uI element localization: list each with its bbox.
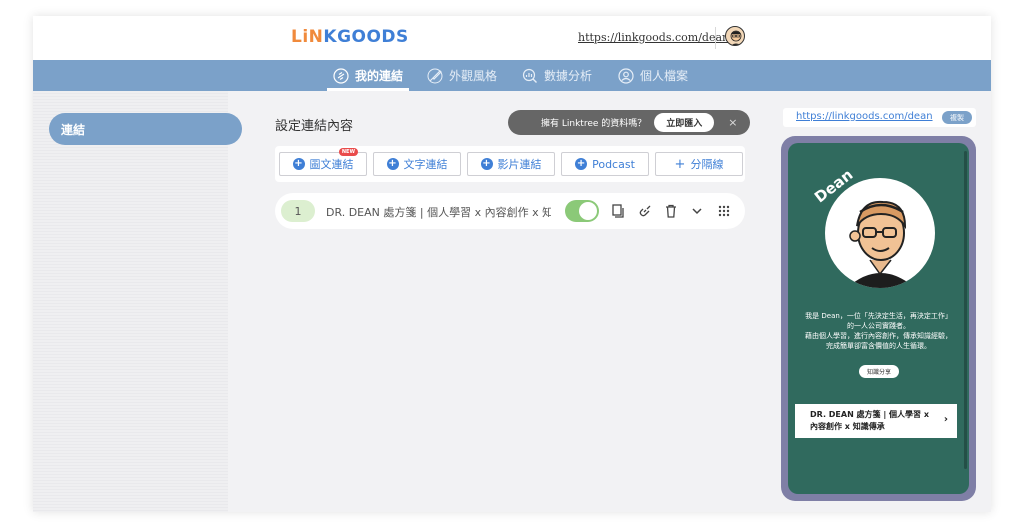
import-now-button[interactable]: 立即匯入 bbox=[654, 113, 715, 132]
main-content: 設定連結內容 擁有 Linktree 的資料嗎？ 立即匯入 × + 圖文連結 N… bbox=[228, 91, 778, 512]
analytics-icon bbox=[522, 68, 537, 83]
profile-url-link[interactable]: https://linkgoods.com/dean bbox=[578, 31, 729, 44]
brush-icon bbox=[427, 68, 443, 83]
profile-picture bbox=[825, 178, 935, 288]
tab-analytics[interactable]: 數據分析 bbox=[522, 60, 592, 91]
avatar[interactable] bbox=[725, 26, 745, 46]
tab-appearance[interactable]: 外觀風格 bbox=[427, 60, 497, 91]
link-enabled-toggle[interactable] bbox=[565, 200, 599, 222]
add-divider-button[interactable]: + 分隔線 bbox=[655, 152, 743, 176]
drag-handle-icon[interactable] bbox=[716, 203, 732, 219]
new-badge: NEW bbox=[338, 148, 358, 156]
add-link-toolbar: + 圖文連結 NEW + 文字連結 + 影片連結 + Podcast + 分隔線 bbox=[275, 146, 745, 182]
phone-preview: Dean 我是 Dean，一位「先決定生活，再決定工作」 的一人公司實踐者。 藉… bbox=[781, 136, 976, 501]
import-banner: 擁有 Linktree 的資料嗎？ 立即匯入 × bbox=[508, 110, 750, 135]
chevron-right-icon: › bbox=[943, 414, 948, 425]
logo[interactable]: LiNKGOODS bbox=[291, 27, 409, 47]
add-video-link-button[interactable]: + 影片連結 bbox=[467, 152, 555, 176]
tag-button[interactable]: 知識分享 bbox=[859, 365, 899, 378]
preview-url-link[interactable]: https://linkgoods.com/dean bbox=[796, 111, 933, 122]
preview-panel: https://linkgoods.com/dean 複製 Dean 我是 De… bbox=[778, 91, 991, 512]
link-title[interactable]: DR. DEAN 處方箋 | 個人學習 x 內容創作 x 知… bbox=[326, 204, 551, 220]
add-podcast-button[interactable]: + Podcast bbox=[561, 152, 649, 176]
import-text: 擁有 Linktree 的資料嗎？ bbox=[541, 119, 647, 129]
add-text-link-button[interactable]: + 文字連結 bbox=[373, 152, 461, 176]
sidebar: 連結 bbox=[33, 91, 242, 512]
scrollbar[interactable] bbox=[964, 151, 967, 469]
add-image-link-button[interactable]: + 圖文連結 NEW bbox=[279, 148, 367, 176]
copy-icon[interactable] bbox=[609, 203, 625, 219]
top-bar: LiNKGOODS https://linkgoods.com/dean bbox=[33, 16, 991, 60]
link-icon bbox=[333, 67, 349, 84]
tab-my-links[interactable]: 我的連結 bbox=[326, 60, 410, 91]
close-icon[interactable]: × bbox=[728, 116, 737, 129]
plus-icon: + bbox=[480, 158, 493, 170]
main-nav: 我的連結 外觀風格 數據分析 個人檔案 bbox=[33, 60, 991, 91]
tab-profile[interactable]: 個人檔案 bbox=[618, 60, 688, 91]
page-title: 設定連結內容 bbox=[275, 119, 354, 134]
copy-url-button[interactable]: 複製 bbox=[942, 111, 972, 124]
sidebar-item-links[interactable]: 連結 bbox=[49, 113, 242, 145]
link-row[interactable]: 1 DR. DEAN 處方箋 | 個人學習 x 內容創作 x 知… bbox=[275, 193, 745, 229]
plus-icon: + bbox=[386, 158, 399, 170]
profile-illustration-icon bbox=[847, 200, 915, 288]
phone-screen: Dean 我是 Dean，一位「先決定生活，再決定工作」 的一人公司實踐者。 藉… bbox=[788, 143, 969, 494]
user-icon bbox=[618, 67, 634, 84]
link-chain-icon[interactable] bbox=[637, 203, 653, 219]
plus-icon: + bbox=[575, 158, 588, 170]
preview-url-bar: https://linkgoods.com/dean 複製 bbox=[783, 108, 976, 127]
plus-icon: + bbox=[674, 156, 686, 172]
app-window: LiNKGOODS https://linkgoods.com/dean 我的連… bbox=[33, 16, 991, 512]
chevron-down-icon[interactable] bbox=[689, 203, 705, 219]
plus-icon: + bbox=[292, 158, 305, 170]
trash-icon[interactable] bbox=[663, 203, 679, 219]
preview-link-card[interactable]: DR. DEAN 處方箋 | 個人學習 x 內容創作 x 知識傳承 › bbox=[795, 404, 957, 438]
profile-bio: 我是 Dean，一位「先決定生活，再決定工作」 的一人公司實踐者。 藉由個人學習… bbox=[805, 312, 952, 350]
link-index: 1 bbox=[281, 200, 315, 222]
avatar-face-icon bbox=[730, 30, 742, 45]
divider bbox=[715, 27, 716, 49]
